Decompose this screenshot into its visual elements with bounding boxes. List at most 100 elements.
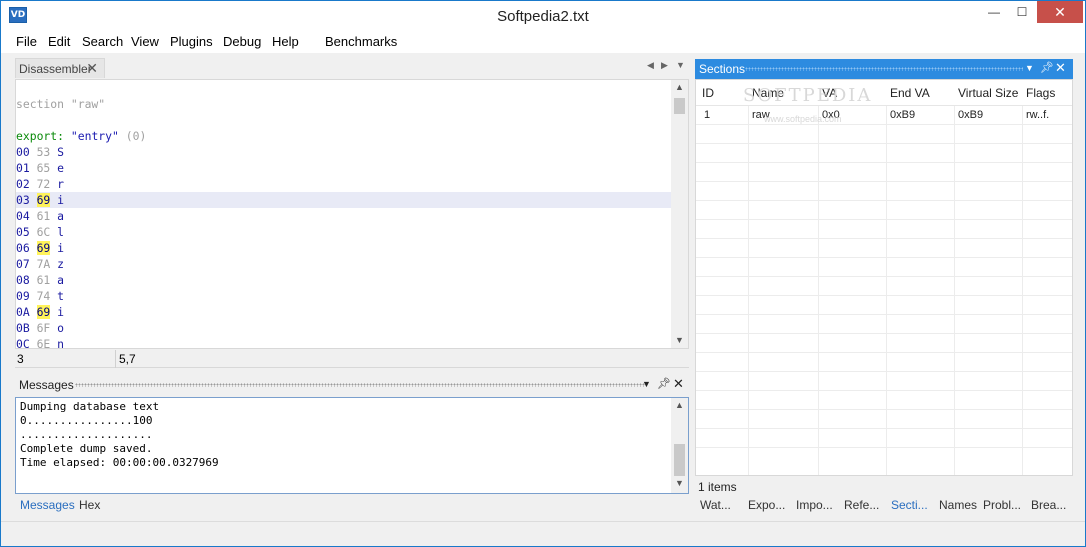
maximize-button[interactable]: ☐ (1007, 1, 1037, 23)
scroll-down-icon[interactable]: ▼ (671, 335, 688, 345)
title-bar: VD Softpedia2.txt — ☐ ✕ (1, 1, 1085, 31)
row-divider (696, 352, 1072, 353)
code-char: z (57, 257, 65, 271)
menu-file[interactable]: File (16, 34, 37, 49)
code-address: 0B (16, 321, 30, 335)
tab-breakpoints[interactable]: Brea... (1031, 498, 1066, 512)
code-line[interactable]: 03 69 i (16, 192, 672, 208)
sections-close-icon[interactable]: ✕ (1055, 60, 1066, 76)
code-line[interactable]: 05 6C l (16, 224, 672, 240)
col-divider (954, 80, 955, 475)
tab-messages[interactable]: Messages (20, 498, 75, 512)
col-header-end-va[interactable]: End VA (890, 86, 930, 100)
tab-disassembler[interactable]: Disassembler ✕ (15, 58, 105, 78)
code-line[interactable]: 0C 6E n (16, 336, 672, 349)
softpedia-watermark-url: www.softpedia.com (764, 114, 842, 124)
row-divider (696, 162, 1072, 163)
code-line[interactable]: 07 7A z (16, 256, 672, 272)
tab-imports[interactable]: Impo... (796, 498, 833, 512)
tab-problems[interactable]: Probl... (983, 498, 1021, 512)
code-char: n (57, 337, 65, 349)
code-address: 08 (16, 273, 30, 287)
col-header-id[interactable]: ID (702, 86, 714, 100)
code-char: S (57, 145, 65, 159)
code-char: i (57, 193, 65, 207)
col-divider (886, 80, 887, 475)
menu-view[interactable]: View (131, 34, 159, 49)
code-line[interactable]: 01 65 e (16, 160, 672, 176)
code-line[interactable]: 06 69 i (16, 240, 672, 256)
messages-title: Messages (19, 378, 74, 392)
disassembler-scrollbar[interactable]: ▲ ▼ (671, 80, 688, 348)
sections-table[interactable]: ID Name VA End VA Virtual Size Flags 1 r… (695, 79, 1073, 476)
code-line[interactable]: 04 61 a (16, 208, 672, 224)
menu-plugins[interactable]: Plugins (170, 34, 213, 49)
cell-end-va: 0xB9 (890, 109, 916, 121)
code-line[interactable]: 0A 69 i (16, 304, 672, 320)
code-char: i (57, 305, 65, 319)
row-divider (696, 428, 1072, 429)
menu-help[interactable]: Help (272, 34, 299, 49)
messages-scroll-up-icon[interactable]: ▲ (671, 400, 688, 410)
messages-close-icon[interactable]: ✕ (673, 376, 684, 392)
menu-benchmarks[interactable]: Benchmarks (325, 34, 397, 49)
sections-menu-icon[interactable]: ▼ (1025, 63, 1034, 73)
row-divider (696, 143, 1072, 144)
cell-flags: rw..f. (1026, 109, 1050, 121)
code-line[interactable]: 08 61 a (16, 272, 672, 288)
tab-exports[interactable]: Expo... (748, 498, 785, 512)
messages-output[interactable]: Dumping database text 0................10… (15, 397, 689, 494)
col-header-virtual-size[interactable]: Virtual Size (958, 86, 1018, 100)
menu-debug[interactable]: Debug (223, 34, 261, 49)
row-divider (696, 257, 1072, 258)
scroll-up-icon[interactable]: ▲ (671, 82, 688, 92)
messages-pin-icon[interactable]: 📌︎ (657, 377, 671, 390)
disassembler-view[interactable]: section "raw" export: "entry" (0) 00 53 … (15, 79, 689, 349)
code-hex-byte: 61 (36, 273, 51, 287)
tab-watch[interactable]: Wat... (700, 498, 731, 512)
row-divider (696, 181, 1072, 182)
row-divider (696, 314, 1072, 315)
messages-scroll-down-icon[interactable]: ▼ (671, 478, 688, 488)
tab-scroll-right-icon[interactable]: ▶ (661, 60, 668, 71)
col-divider (748, 80, 749, 475)
code-address: 0A (16, 305, 30, 319)
tab-sections[interactable]: Secti... (891, 498, 928, 512)
code-char: a (57, 209, 65, 223)
code-line[interactable]: 0B 6F o (16, 320, 672, 336)
code-char: a (57, 273, 65, 287)
tab-close-icon[interactable]: ✕ (86, 60, 98, 77)
code-line[interactable]: 02 72 r (16, 176, 672, 192)
tab-hex[interactable]: Hex (79, 498, 100, 512)
disassembler-status: 3 5,7 (15, 350, 689, 368)
messages-scroll-thumb[interactable] (674, 444, 685, 476)
messages-text: Dumping database text 0................10… (20, 400, 219, 470)
row-divider (696, 390, 1072, 391)
code-address: 06 (16, 241, 30, 255)
code-hex-byte: 61 (36, 209, 51, 223)
sections-pin-icon[interactable]: 📌︎ (1040, 61, 1054, 74)
col-header-flags[interactable]: Flags (1026, 86, 1055, 100)
messages-header[interactable]: Messages ▼ 📌︎ ✕ (15, 375, 689, 395)
scroll-thumb[interactable] (674, 98, 685, 114)
window-title: Softpedia2.txt (497, 8, 589, 25)
status-position: 5,7 (119, 352, 136, 366)
row-divider (696, 238, 1072, 239)
messages-scrollbar[interactable]: ▲ ▼ (671, 398, 688, 493)
tab-names[interactable]: Names (939, 498, 977, 512)
code-hex-byte: 69 (36, 241, 51, 255)
code-listing[interactable]: section "raw" export: "entry" (0) 00 53 … (16, 80, 672, 349)
close-button[interactable]: ✕ (1037, 1, 1083, 23)
minimize-button[interactable]: — (979, 1, 1009, 23)
menu-edit[interactable]: Edit (48, 34, 70, 49)
sections-title: Sections (699, 62, 746, 76)
code-line[interactable]: 00 53 S (16, 144, 672, 160)
tab-list-dropdown-icon[interactable]: ▼ (676, 60, 685, 70)
menu-search[interactable]: Search (82, 34, 123, 49)
sections-header[interactable]: Sections ▼ 📌︎ ✕ (695, 59, 1073, 79)
code-line[interactable]: 09 74 t (16, 288, 672, 304)
tab-scroll-left-icon[interactable]: ◀ (647, 60, 654, 71)
status-divider (115, 350, 116, 368)
tab-references[interactable]: Refe... (844, 498, 879, 512)
messages-menu-icon[interactable]: ▼ (642, 379, 651, 389)
